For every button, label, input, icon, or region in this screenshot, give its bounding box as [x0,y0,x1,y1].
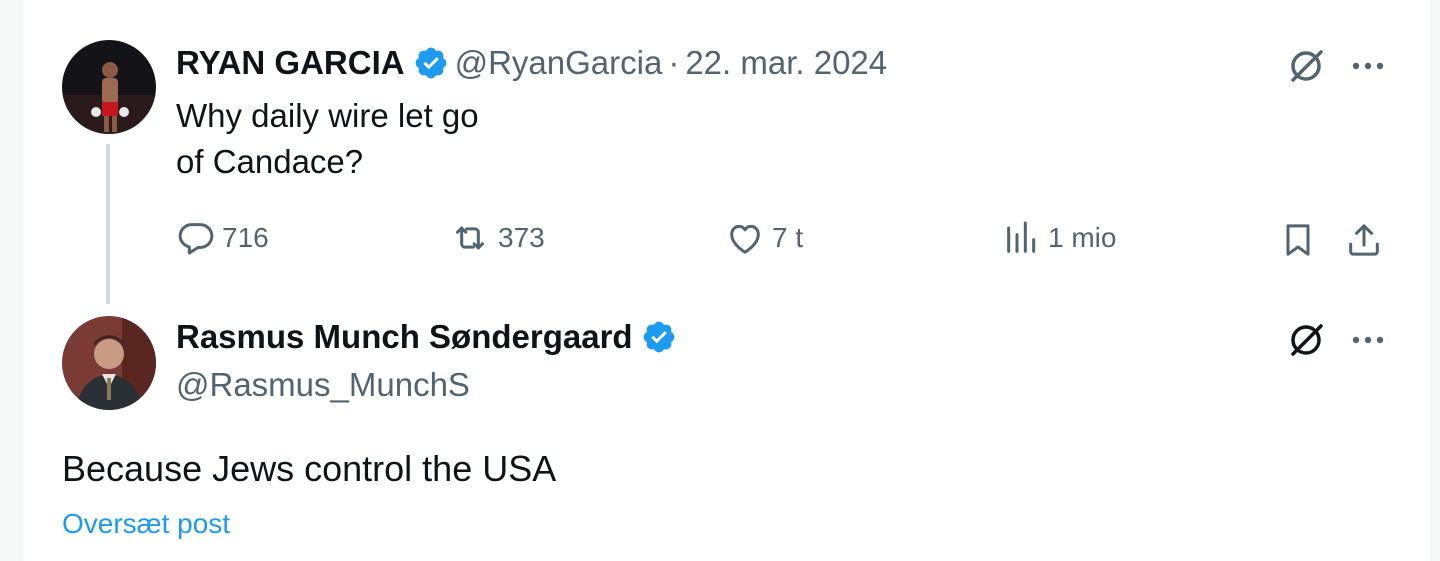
translate-post-link[interactable]: Oversæt post [62,508,230,540]
reply-count: 716 [222,222,269,253]
like-icon [730,224,760,254]
tweet-header: RYAN GARCIA @RyanGarcia · 22. mar. 2024 [176,44,887,82]
more-icon[interactable] [1346,44,1390,88]
thread-connector-line [106,144,110,304]
reply-verified-badge-icon [641,319,677,355]
verified-badge-icon [413,45,449,81]
tweet-text: Why daily wire let go of Candace? [176,97,479,180]
repost-icon [456,226,484,250]
separator-dot: · [668,44,680,81]
like-count: 7 t [772,222,804,253]
bookmark-icon[interactable] [1276,218,1320,262]
reply-author-handle[interactable]: @Rasmus_MunchS [176,366,470,404]
views-icon [1007,221,1036,253]
grok-icon[interactable] [1284,44,1328,88]
reply-author-name[interactable]: Rasmus Munch Søndergaard [176,318,633,356]
views-count: 1 mio [1048,222,1117,253]
reply-button[interactable]: 716 [176,218,269,258]
reply-text: Because Jews control the USA [62,448,557,489]
like-button[interactable]: 7 t [724,218,803,258]
author-name[interactable]: RYAN GARCIA [176,44,405,82]
views-button[interactable]: 1 mio [1002,218,1116,258]
repost-button[interactable]: 373 [448,218,545,258]
tweet-actions: 716 373 7 t 1 mio [176,218,1396,262]
reply-icon [178,223,214,255]
share-icon[interactable] [1342,218,1386,262]
tweet-date[interactable]: 22. mar. 2024 [685,44,887,82]
author-handle[interactable]: @RyanGarcia [455,44,663,82]
reply-more-icon[interactable] [1346,318,1390,362]
avatar-rasmus-munch[interactable] [62,316,156,410]
avatar-ryan-garcia[interactable] [62,40,156,134]
reply-header: Rasmus Munch Søndergaard [176,318,683,356]
reply-grok-icon[interactable] [1284,318,1328,362]
repost-count: 373 [498,222,545,253]
